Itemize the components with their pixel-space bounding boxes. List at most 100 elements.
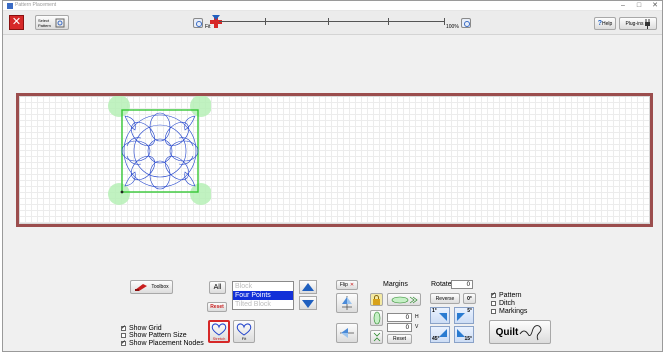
show-grid-label: Show Grid	[129, 325, 162, 332]
app-icon	[7, 3, 13, 9]
pattern-checkbox[interactable]	[491, 291, 496, 298]
show-pattern-size-checkbox[interactable]	[121, 333, 126, 338]
app-window: Pattern Placement – □ ✕ ✕ Select Pattern…	[2, 0, 663, 352]
markings-label: Markings	[499, 308, 528, 315]
rotate-45-label: 45°	[432, 336, 440, 342]
help-button[interactable]: ? Help	[594, 17, 616, 30]
vertical-margin-button[interactable]	[370, 310, 383, 326]
center-margin-icon	[373, 332, 380, 342]
list-item-tilted-block[interactable]: Tilted Block	[233, 300, 293, 309]
show-pattern-size-label: Show Pattern Size	[129, 332, 187, 339]
control-panel: Toolbox All Reset Block Four Points Tilt…	[3, 271, 662, 352]
toolbox-icon	[135, 283, 148, 291]
stretch-button[interactable]: Stretch	[208, 320, 230, 343]
flip-vertical-icon	[342, 296, 352, 310]
flip-vertical-button[interactable]	[336, 293, 358, 313]
zoom-tick	[444, 18, 445, 25]
toolbar: ✕ Select Pattern Fit 100% ? Help Plug-in…	[3, 11, 662, 35]
close-button[interactable]: ✕	[9, 15, 24, 30]
zoom-out-icon[interactable]	[193, 18, 203, 28]
margin-h-label: H	[415, 314, 419, 320]
rotate-input[interactable]: 0	[451, 280, 473, 289]
pattern-label: Pattern	[499, 292, 522, 299]
select-pattern-label: Select Pattern	[38, 17, 51, 28]
rotate-ccw-1-button[interactable]: 1°	[430, 307, 450, 324]
reverse-button[interactable]: Reverse	[430, 293, 460, 304]
pattern-motif	[121, 112, 199, 190]
select-pattern-icon	[55, 18, 65, 27]
quilt-label: Quilt	[495, 326, 519, 338]
rotate-arrow-icon	[457, 313, 465, 321]
flip-horizontal-button[interactable]	[336, 323, 358, 343]
rotate-arrow-icon	[457, 329, 465, 337]
placed-pattern[interactable]	[107, 96, 211, 214]
margin-v-input[interactable]: 0	[387, 323, 412, 332]
list-reset-button[interactable]: Reset	[207, 302, 227, 312]
zoom-tick	[388, 18, 389, 25]
fit-button[interactable]: Fit	[233, 320, 255, 343]
rotate-cw-5-button[interactable]: 5°	[454, 307, 474, 324]
show-placement-nodes-checkbox[interactable]	[121, 339, 126, 346]
ditch-checkbox[interactable]	[491, 301, 496, 306]
toolbox-button[interactable]: Toolbox	[130, 280, 173, 294]
heart-fit-icon	[236, 322, 252, 336]
margins-label: Margins	[383, 281, 408, 288]
margins-reset-button[interactable]: Reset	[387, 334, 412, 344]
window-title: Pattern Placement	[15, 2, 57, 8]
rotate-0-button[interactable]: 0°	[463, 293, 476, 304]
margin-v-label: V	[415, 324, 419, 330]
placement-node[interactable]	[190, 96, 211, 117]
maximize-button[interactable]: □	[632, 1, 646, 11]
arrow-up-icon	[302, 283, 314, 291]
stretch-label: Stretch	[212, 335, 226, 341]
pattern-list[interactable]: Block Four Points Tilted Block	[232, 281, 294, 310]
rotate-arrow-icon	[439, 313, 447, 321]
markings-checkbox[interactable]	[491, 309, 496, 314]
ditch-label: Ditch	[499, 300, 515, 307]
zoom-slider-track[interactable]	[219, 21, 445, 22]
arrow-down-icon	[302, 300, 314, 308]
selection-box	[121, 109, 199, 193]
show-placement-nodes-label: Show Placement Nodes	[129, 340, 204, 347]
rotate-1-label: 1°	[432, 308, 437, 314]
flip-label: Flip	[339, 282, 348, 288]
rotate-5-label: 5°	[467, 308, 472, 314]
center-margin-button[interactable]	[370, 330, 383, 344]
zoom-tick	[265, 18, 266, 25]
fit-label: Fit	[241, 335, 247, 341]
all-button[interactable]: All	[209, 281, 226, 294]
zoom-max-label: 100%	[446, 24, 459, 30]
zoom-slider-thumb[interactable]	[209, 15, 223, 29]
heart-stretch-icon	[211, 322, 227, 336]
window-close-button[interactable]: ✕	[648, 1, 662, 11]
zoom-in-icon[interactable]	[461, 18, 471, 28]
margin-h-input[interactable]: 0	[387, 313, 412, 322]
origin-marker	[120, 190, 124, 194]
rotate-arrow-icon	[439, 329, 447, 337]
flip-button[interactable]: Flip ✕	[336, 280, 358, 290]
list-down-button[interactable]	[299, 296, 317, 310]
horizontal-margin-button[interactable]	[387, 293, 421, 306]
list-up-button[interactable]	[299, 280, 317, 294]
show-grid-checkbox[interactable]	[121, 324, 126, 331]
flip-x-icon: ✕	[349, 282, 355, 288]
vertical-margin-icon	[373, 311, 380, 325]
rotate-15-button[interactable]: 15°	[454, 326, 474, 343]
list-item-block[interactable]: Block	[233, 282, 293, 291]
placement-node[interactable]	[108, 183, 130, 205]
quilt-button[interactable]: Quilt	[489, 320, 551, 344]
quilt-canvas[interactable]	[16, 93, 653, 227]
rotate-label: Rotate	[431, 281, 452, 288]
help-label: Help	[601, 20, 613, 27]
title-bar: Pattern Placement – □ ✕	[3, 1, 662, 11]
select-pattern-button[interactable]: Select Pattern	[35, 15, 69, 30]
lock-margins-button[interactable]	[370, 293, 383, 306]
list-item-four-points[interactable]: Four Points	[233, 291, 293, 300]
rotate-45-button[interactable]: 45°	[430, 326, 450, 343]
flip-horizontal-icon	[340, 328, 354, 338]
zoom-tick	[328, 18, 329, 25]
minimize-button[interactable]: –	[616, 1, 630, 11]
placement-node[interactable]	[108, 96, 130, 117]
placement-node[interactable]	[190, 183, 211, 205]
plugins-button[interactable]: Plug-ins	[619, 17, 657, 30]
